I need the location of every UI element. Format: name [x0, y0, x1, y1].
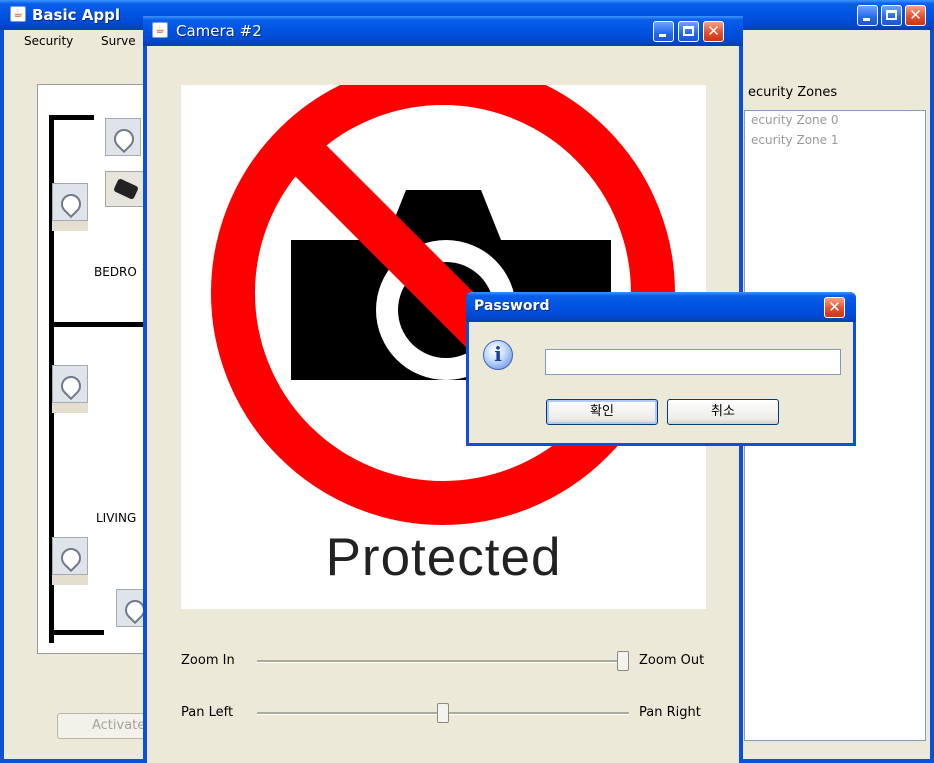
lamp-sensor-icon[interactable] [52, 537, 88, 575]
activate-button[interactable]: Activate [57, 713, 155, 739]
lamp-base [52, 403, 88, 413]
list-item[interactable]: ecurity Zone 0 [745, 111, 925, 131]
maximize-button[interactable] [678, 21, 699, 42]
floorplan-view: BEDRO LIVING [37, 84, 159, 654]
pan-right-label: Pan Right [639, 705, 701, 720]
camera-sensor-icon[interactable] [105, 171, 145, 207]
info-icon: i [483, 340, 513, 370]
lamp-sensor-icon[interactable] [52, 183, 88, 221]
protected-caption: Protected [325, 528, 562, 587]
wall-top [49, 115, 94, 120]
zoom-slider[interactable] [257, 660, 629, 663]
close-button[interactable]: ✕ [703, 21, 724, 42]
password-dialog: Password ✕ i 확인 취소 [466, 292, 856, 446]
lamp-sensor-icon[interactable] [52, 365, 88, 403]
zoom-in-label: Zoom In [181, 653, 235, 668]
close-icon: ✕ [909, 6, 922, 24]
lamp-base [52, 221, 88, 231]
room-label-bedroom: BEDRO [94, 265, 137, 279]
wall-bottom [49, 630, 104, 635]
camera-titlebar[interactable]: ☕ Camera #2 ✕ [143, 16, 743, 46]
pan-slider-thumb[interactable] [437, 703, 449, 723]
minimize-icon [863, 18, 870, 21]
room-label-living: LIVING [96, 511, 137, 525]
close-icon: ✕ [828, 298, 841, 316]
dialog-title: Password [474, 298, 550, 314]
close-button[interactable]: ✕ [905, 5, 926, 26]
menu-surveillance[interactable]: Surve [101, 34, 136, 48]
zoom-slider-thumb[interactable] [617, 651, 629, 671]
main-window-title: Basic Appl [32, 6, 120, 24]
minimize-icon [659, 34, 666, 37]
pan-slider-row: Pan Left Pan Right [147, 702, 739, 726]
minimize-button[interactable] [653, 21, 674, 42]
maximize-button[interactable] [881, 5, 902, 26]
camera-window-title: Camera #2 [176, 22, 262, 40]
maximize-icon [683, 26, 694, 36]
maximize-icon [886, 10, 897, 20]
dialog-client-area: i 확인 취소 [469, 322, 853, 443]
zoom-out-label: Zoom Out [639, 653, 705, 668]
password-input[interactable] [545, 349, 841, 375]
pan-left-label: Pan Left [181, 705, 234, 720]
security-zones-label: ecurity Zones [748, 85, 838, 100]
ok-button[interactable]: 확인 [546, 399, 658, 425]
cancel-button[interactable]: 취소 [667, 399, 779, 425]
dialog-titlebar[interactable]: Password ✕ [466, 292, 856, 322]
list-item[interactable]: ecurity Zone 1 [745, 131, 925, 151]
zoom-slider-row: Zoom In Zoom Out [147, 650, 739, 674]
menu-security[interactable]: Security [24, 34, 73, 48]
lamp-sensor-icon[interactable] [105, 118, 141, 156]
java-cup-icon: ☕ [10, 6, 26, 22]
dialog-close-button[interactable]: ✕ [824, 297, 845, 318]
close-icon: ✕ [707, 22, 720, 40]
lamp-base [52, 575, 88, 585]
java-cup-icon: ☕ [152, 22, 168, 38]
minimize-button[interactable] [857, 5, 878, 26]
